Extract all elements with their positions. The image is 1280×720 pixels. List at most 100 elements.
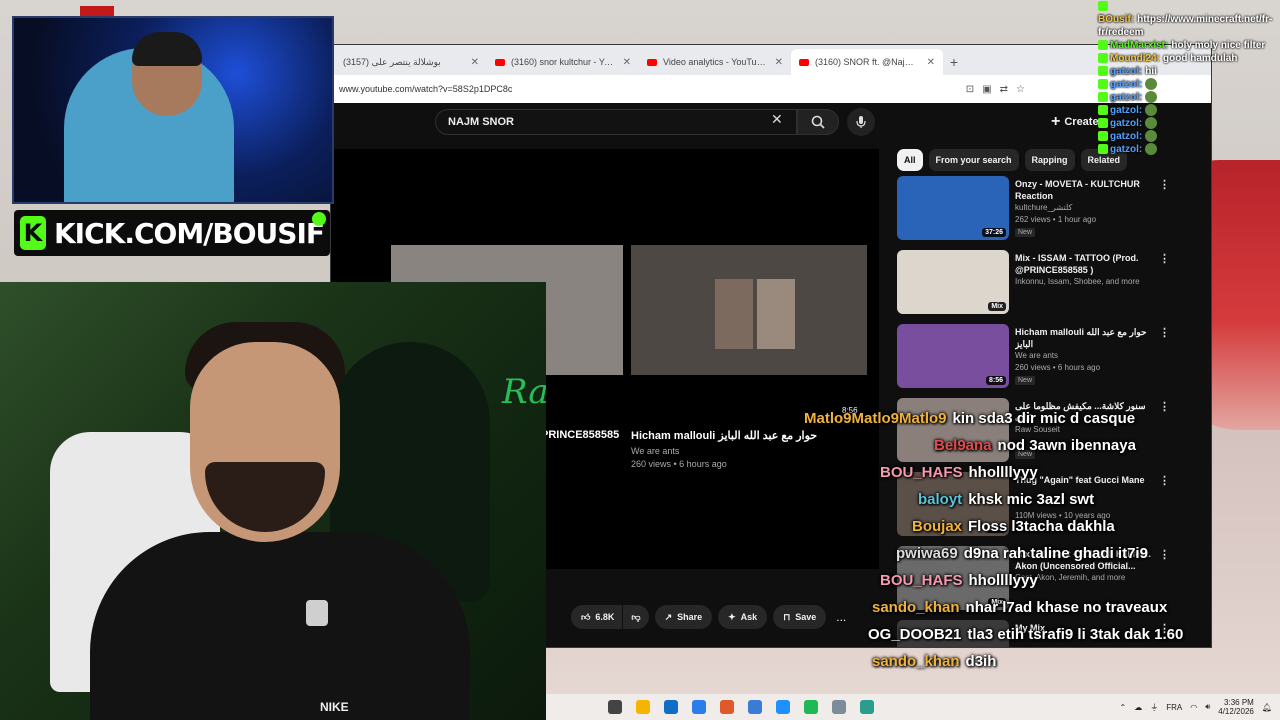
chip-all[interactable]: All [897,149,923,171]
recommended-thumbnail[interactable]: 8:56 [897,324,1009,388]
webcam-top [12,16,334,204]
clear-search-icon[interactable]: ✕ [771,111,783,128]
chat-username[interactable]: Bel9ana [934,437,992,454]
save-button[interactable]: ⊓ Save [773,605,827,629]
chat-message-large: BOU_HAFS hhollllyyy [880,464,1038,481]
chat-username[interactable]: BOU_HAFS [880,464,963,481]
recommended-views: 262 views • 1 hour ago [1015,215,1097,224]
taskbar-app-icon[interactable] [776,700,790,714]
recommended-thumbnail[interactable]: Mix [897,250,1009,314]
recommended-title[interactable]: Onzy - MOVETA - KULTCHUR Reaction [1015,178,1161,202]
taskbar-app-icon[interactable] [664,700,678,714]
share-label: Share [677,612,703,622]
browser-tab[interactable]: Video analytics - YouTube Studi ✕ [639,49,791,75]
volume-icon[interactable]: 🔊︎ [1205,702,1210,712]
voice-search-button[interactable] [847,108,875,136]
wifi-icon[interactable]: ◠ [1190,703,1197,712]
taskbar-app-icon[interactable] [692,700,706,714]
chat-username[interactable]: gatzol: [1110,92,1142,103]
bookmark-star-icon[interactable]: ☆ [1016,84,1025,95]
chat-username[interactable]: gatzol: [1110,118,1142,129]
chat-username[interactable]: gatzol: [1110,131,1142,142]
recommended-channel[interactable]: We are ants [1015,351,1161,360]
clock[interactable]: 3:36 PM 4/12/2026 [1218,698,1254,716]
more-vert-icon[interactable]: ⋮ [1159,400,1170,413]
chip-rapping[interactable]: Rapping [1024,149,1075,171]
create-button[interactable]: + Create [1051,109,1099,135]
taskbar-app-icon[interactable] [720,700,734,714]
chat-username[interactable]: baloyt [918,491,962,508]
chat-username[interactable]: gatzol: [1110,79,1142,90]
more-vert-icon[interactable]: ⋮ [1159,252,1170,265]
kick-badge-icon [1098,131,1108,142]
close-tab-icon[interactable]: ✕ [623,57,631,68]
recommended-title[interactable]: Mix - ISSAM - TATTOO (Prod. @PRINCE85858… [1015,252,1161,276]
emote-icon [1145,91,1158,104]
browser-tab[interactable]: (3160) snor kultchur - YouTube ✕ [487,49,639,75]
chat-username[interactable]: Matlo9Matlo9Matlo9 [804,410,947,427]
kick-logo-icon: K [20,216,46,250]
share-button[interactable]: ↗ Share [654,605,713,629]
like-count: 6.8K [595,612,615,622]
chat-username[interactable]: BOusif: [1098,14,1134,25]
address-bar[interactable]: www.youtube.com/watch?v=58S2p1DPC8c ⊡ ▣ … [331,75,1211,103]
more-vert-icon[interactable]: ⋮ [1159,474,1170,487]
close-tab-icon[interactable]: ✕ [927,57,935,68]
more-vert-icon[interactable]: ⋮ [1159,178,1170,191]
taskbar-app-icon[interactable] [748,700,762,714]
recommended-channel[interactable]: Inkonnu, Issam, Shobee, and more [1015,277,1161,286]
more-vert-icon[interactable]: ⋮ [1159,326,1170,339]
chat-username[interactable]: gatzol: [1110,144,1142,155]
video-title[interactable]: Hicham mallouli حوار مع عبد الله البايز [631,429,871,442]
chat-username[interactable]: Boujax [912,518,962,535]
plus-icon: + [1051,113,1061,130]
recommended-video[interactable]: 8:56 Hicham mallouli حوار مع عبد الله الب… [897,324,1211,398]
thumbnail-duration: Mix [988,302,1006,311]
more-vert-icon[interactable]: ⋮ [1159,548,1170,561]
chat-username[interactable]: sando_khan [872,599,960,616]
translate-icon[interactable]: ⇄ [1000,84,1008,95]
chat-message-large: pwiwa69 d9na rah taline ghadi it7i9 [896,545,1148,562]
chat-username[interactable]: Moundi24: [1110,53,1160,64]
chip-from-your-search[interactable]: From your search [928,149,1019,171]
recommended-video[interactable]: Mix Mix - ISSAM - TATTOO (Prod. @PRINCE85… [897,250,1211,324]
taskbar-app-icon[interactable] [860,700,874,714]
browser-tab[interactable]: (3157) بوشلالة ينتصر على ✕ [335,49,487,75]
language-indicator[interactable]: FRA [1166,703,1182,712]
taskbar-app-icon[interactable] [608,700,622,714]
chat-username[interactable]: sando_khan [872,653,960,670]
dislike-button[interactable]: 👎︎ [623,605,649,629]
taskbar-app-icon[interactable] [804,700,818,714]
recommended-title[interactable]: Hicham mallouli حوار مع عبد الله البايز [1015,326,1161,350]
recommended-channel[interactable]: kultchure_كلتشر [1015,203,1161,212]
close-tab-icon[interactable]: ✕ [775,57,783,68]
new-tab-button[interactable]: + [943,49,965,75]
chat-username[interactable]: BOU_HAFS [880,572,963,589]
usb-icon[interactable]: ⏚ [1150,702,1158,713]
video-channel[interactable]: We are ants [631,445,727,458]
chat-username[interactable]: pwiwa69 [896,545,958,562]
chevron-up-icon[interactable]: ⌃ [1120,703,1127,712]
url-text[interactable]: www.youtube.com/watch?v=58S2p1DPC8c [339,84,512,94]
screenshot-icon[interactable]: ▣ [982,84,991,95]
chat-username[interactable]: OG_DOOB21 [868,626,961,643]
save-label: Save [795,612,817,622]
cloud-icon[interactable]: ☁ [1134,703,1142,712]
chat-username[interactable]: gatzol: [1110,66,1142,77]
more-actions-button[interactable]: ... [832,605,850,629]
taskbar-app-icon[interactable] [636,700,650,714]
recommended-video[interactable]: 37:26 Onzy - MOVETA - KULTCHUR Reaction ku… [897,176,1211,250]
notification-bell-icon[interactable]: 🔔︎ [1262,703,1272,712]
search-input[interactable]: NAJM SNOR [435,109,797,135]
recommended-thumbnail[interactable]: 37:26 [897,176,1009,240]
close-tab-icon[interactable]: ✕ [471,57,479,68]
thumbnail-duration: 8:56 [985,376,1006,385]
taskbar-app-icon[interactable] [832,700,846,714]
install-app-icon[interactable]: ⊡ [966,84,974,95]
chat-username[interactable]: MadMarxist: [1110,40,1168,51]
chat-username[interactable]: gatzol: [1110,105,1142,116]
search-button[interactable] [797,109,839,135]
ask-button[interactable]: ✦ Ask [718,605,768,629]
like-button[interactable]: 👍︎ 6.8K [571,605,623,629]
browser-tab-active[interactable]: (3160) SNOR ft. @Najmtayer - ✕ [791,49,943,75]
